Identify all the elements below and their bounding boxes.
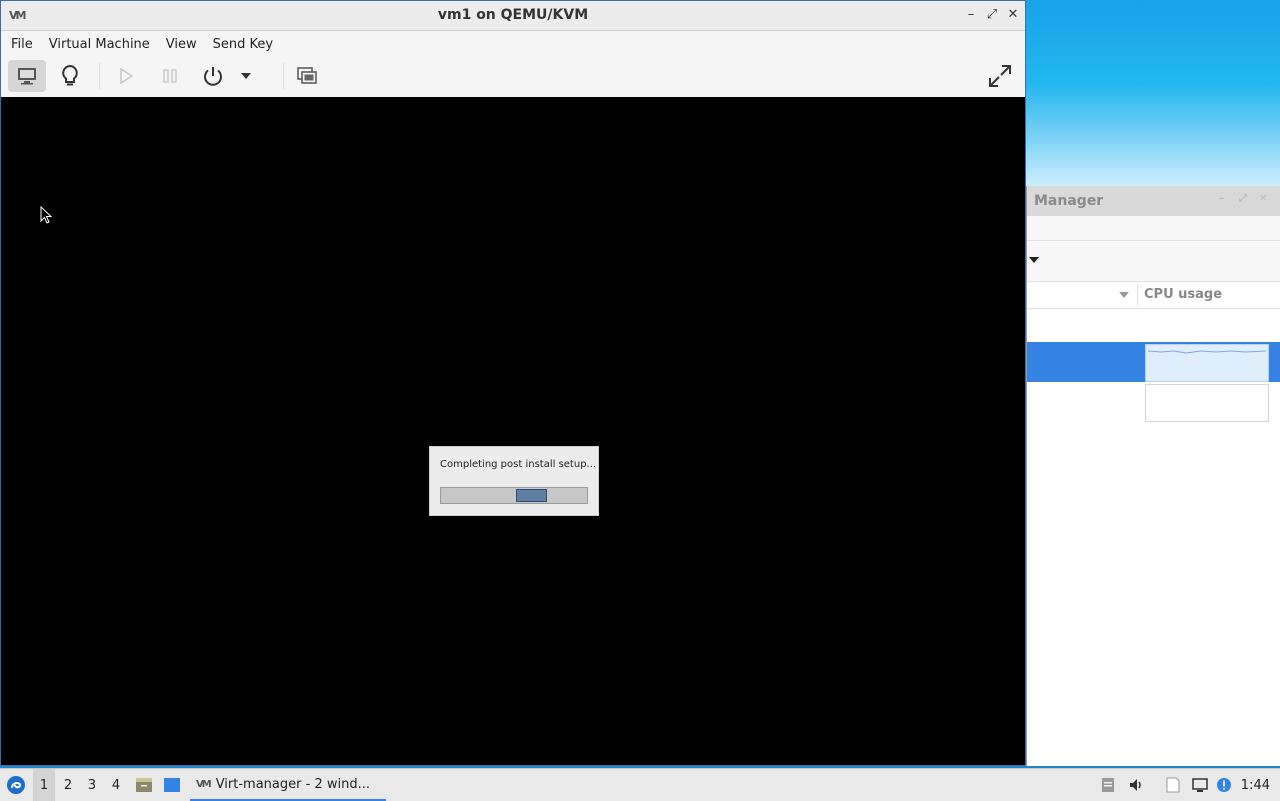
- pause-button[interactable]: [151, 60, 189, 92]
- desktop-wallpaper: [1026, 0, 1280, 186]
- fullscreen-icon: [989, 65, 1011, 87]
- progress-message: Completing post install setup...: [440, 459, 597, 470]
- close-icon[interactable]: ✕: [1005, 7, 1021, 23]
- file-manager-launcher[interactable]: [134, 769, 154, 801]
- toolbar-separator: [99, 63, 100, 89]
- workspace-2[interactable]: 2: [57, 769, 79, 801]
- menubar: File Virtual Machine View Send Key: [1, 31, 1025, 57]
- fullscreen-button[interactable]: [981, 60, 1019, 92]
- desktop-icon: [164, 778, 180, 792]
- show-desktop-launcher[interactable]: [162, 769, 182, 801]
- progress-bar: [440, 487, 588, 504]
- vm-console-display[interactable]: Completing post install setup...: [1, 97, 1025, 765]
- manager-menubar: [1027, 216, 1280, 241]
- workspace-3[interactable]: 3: [81, 769, 103, 801]
- taskbar: 1 2 3 4 VM Virt-manager - 2 wind... 1:44: [0, 768, 1280, 801]
- manager-titlebar[interactable]: Manager – ⤢ ✕: [1027, 186, 1280, 216]
- lightbulb-icon: [62, 64, 78, 86]
- volume-icon[interactable]: [1128, 777, 1144, 793]
- clock[interactable]: 1:44: [1241, 769, 1270, 801]
- power-icon: [204, 67, 222, 86]
- start-menu-button[interactable]: [4, 769, 28, 801]
- menu-view[interactable]: View: [158, 37, 205, 52]
- clipboard-icon[interactable]: [1100, 777, 1116, 793]
- chevron-down-icon: [241, 73, 251, 79]
- taskbar-window-label: Virt-manager - 2 wind...: [215, 776, 370, 792]
- manager-toolbar: [1027, 241, 1280, 282]
- virt-manager-window[interactable]: Manager – ⤢ ✕ CPU usage: [1026, 186, 1280, 766]
- column-separator: [1137, 284, 1138, 306]
- menu-file[interactable]: File: [3, 37, 41, 52]
- play-icon: [120, 67, 134, 85]
- manager-column-header: CPU usage: [1027, 282, 1280, 309]
- cpu-usage-graph: [1145, 344, 1269, 382]
- maximize-icon[interactable]: ⤢: [984, 7, 1000, 23]
- notes-icon[interactable]: [1165, 777, 1181, 793]
- taskbar-window-button[interactable]: VM Virt-manager - 2 wind...: [190, 769, 386, 801]
- file-manager-icon: [136, 778, 152, 792]
- manager-maximize-icon[interactable]: ⤢: [1239, 194, 1249, 204]
- manager-title: Manager: [1034, 193, 1104, 209]
- vm-titlebar[interactable]: VM vm1 on QEMU/KVM – ⤢ ✕: [1, 1, 1025, 31]
- shutdown-menu-button[interactable]: [233, 60, 259, 92]
- vm-console-window[interactable]: VM vm1 on QEMU/KVM – ⤢ ✕ File Virtual Ma…: [0, 0, 1026, 766]
- sort-arrow-icon[interactable]: [1119, 292, 1129, 298]
- mouse-pointer-icon: [40, 205, 53, 228]
- details-button[interactable]: [51, 60, 89, 92]
- dropdown-arrow-icon[interactable]: [1029, 257, 1039, 263]
- snapshots-icon: [297, 67, 317, 84]
- menu-virtual-machine[interactable]: Virtual Machine: [41, 37, 158, 52]
- manager-minimize-icon[interactable]: –: [1219, 194, 1229, 204]
- workspace-1[interactable]: 1: [33, 769, 55, 801]
- pause-icon: [163, 69, 177, 83]
- vm-row-selected[interactable]: [1027, 342, 1280, 382]
- minimize-icon[interactable]: –: [963, 7, 979, 23]
- distro-logo-icon: [7, 776, 25, 794]
- shutdown-button[interactable]: [194, 60, 232, 92]
- progress-bar-fill: [516, 489, 547, 502]
- menu-send-key[interactable]: Send Key: [205, 37, 281, 52]
- cpu-usage-graph: [1145, 384, 1269, 422]
- cpu-usage-header[interactable]: CPU usage: [1144, 287, 1222, 302]
- install-progress-dialog: Completing post install setup...: [429, 446, 599, 516]
- toolbar-separator: [283, 63, 284, 89]
- virt-manager-icon: VM: [196, 778, 212, 790]
- snapshots-button[interactable]: [288, 60, 326, 92]
- run-button[interactable]: [107, 60, 145, 92]
- workspace-4[interactable]: 4: [105, 769, 127, 801]
- connection-row[interactable]: [1027, 309, 1280, 342]
- console-button[interactable]: [8, 60, 46, 92]
- notification-icon[interactable]: [1216, 777, 1232, 793]
- network-icon[interactable]: [1192, 777, 1208, 793]
- vm-row[interactable]: [1027, 382, 1280, 422]
- window-title: vm1 on QEMU/KVM: [437, 7, 589, 23]
- manager-close-icon[interactable]: ✕: [1259, 194, 1269, 204]
- toolbar: [1, 57, 1025, 98]
- monitor-icon: [18, 68, 36, 85]
